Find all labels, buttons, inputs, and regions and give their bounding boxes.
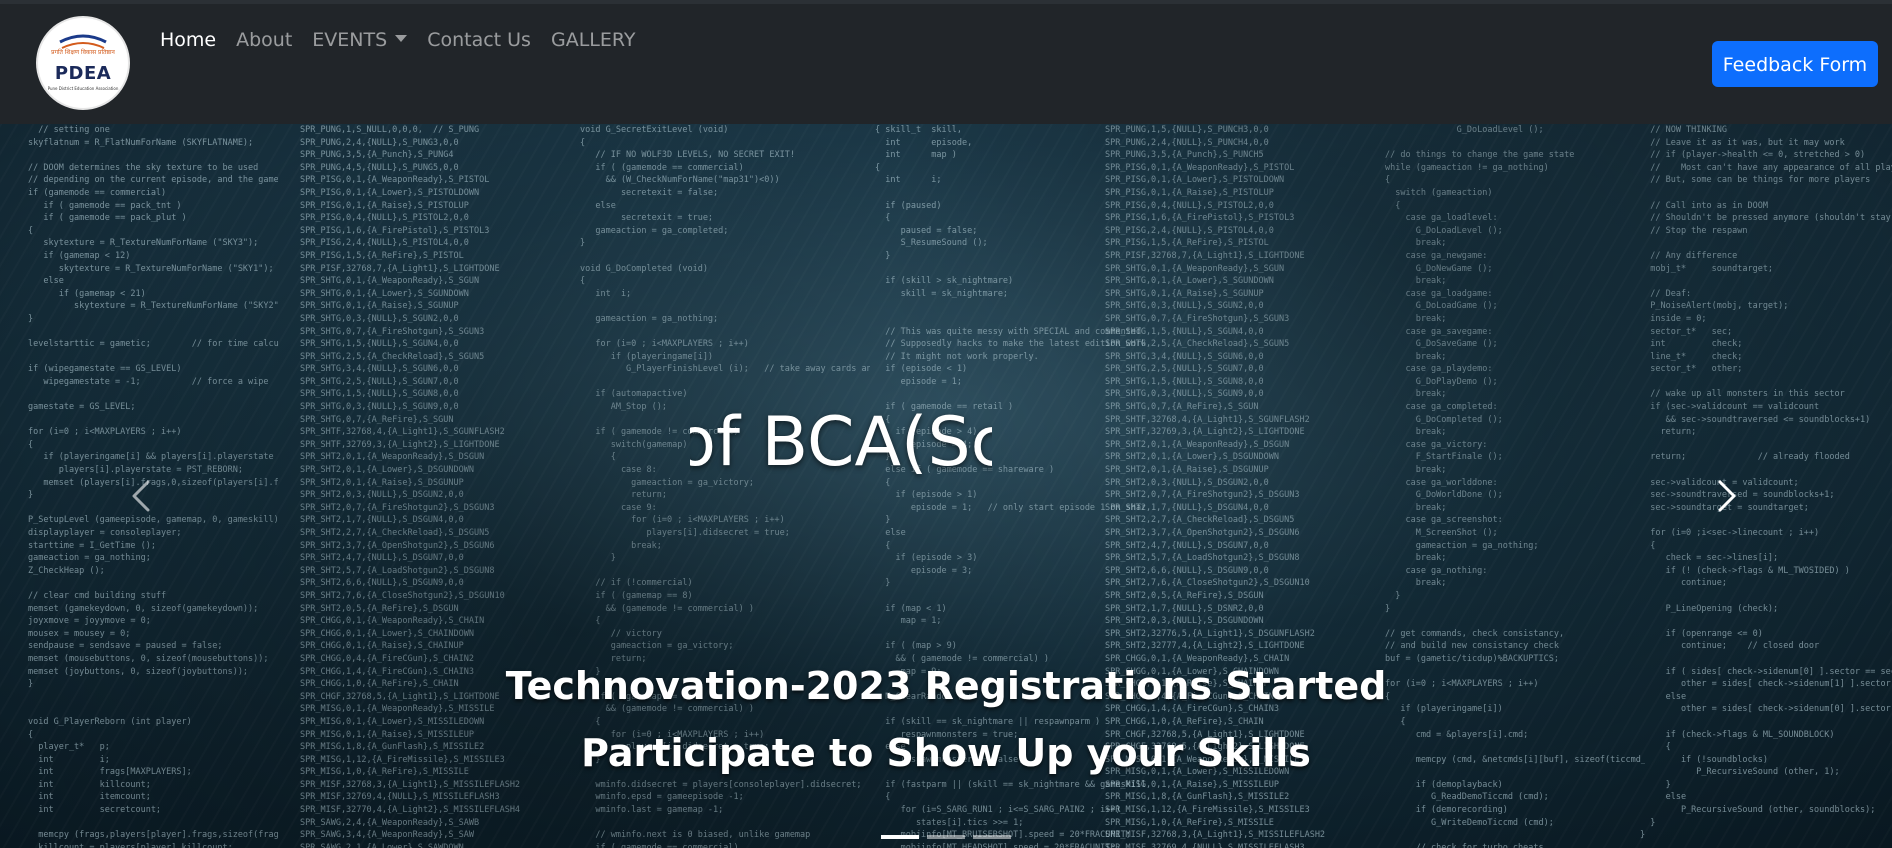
nav-events-label: EVENTS xyxy=(312,29,388,51)
carousel-indicators xyxy=(0,835,1892,839)
nav-links: Home About EVENTS Contact Us GALLERY xyxy=(150,26,645,54)
logo-text: PDEA xyxy=(54,63,112,84)
navbar-top-border xyxy=(0,0,1892,4)
carousel-indicator-2[interactable] xyxy=(927,835,965,839)
nav-contact[interactable]: Contact Us xyxy=(417,26,541,54)
carousel-next-button[interactable] xyxy=(1706,476,1746,516)
carousel-indicator-1[interactable] xyxy=(881,835,919,839)
carousel-prev-button[interactable] xyxy=(122,476,162,516)
nav-about[interactable]: About xyxy=(226,26,302,54)
feedback-form-button[interactable]: Feedback Form xyxy=(1712,41,1878,87)
hero-carousel: // setting one skyflatnum = R_FlatNumFor… xyxy=(0,124,1892,848)
chevron-left-icon xyxy=(132,480,150,512)
carousel-caption-heading: Technovation-2023 Registrations Started xyxy=(505,664,1387,708)
carousel-indicator-3[interactable] xyxy=(973,835,1011,839)
caret-down-icon xyxy=(395,35,408,42)
chevron-right-icon xyxy=(1718,480,1736,512)
logo-tagline: प्रगति शिक्षण विकास प्रतिष्ठान xyxy=(51,49,115,56)
brand-logo[interactable]: प्रगति शिक्षण विकास प्रतिष्ठान PDEA Pune… xyxy=(38,18,128,108)
navbar: प्रगति शिक्षण विकास प्रतिष्ठान PDEA Pune… xyxy=(0,0,1892,124)
logo-subtitle: Pune District Education Association xyxy=(47,86,119,91)
nav-home[interactable]: Home xyxy=(150,26,226,54)
carousel-caption-subheading: Participate to Show Up your Skills xyxy=(581,731,1311,775)
nav-events-dropdown[interactable]: EVENTS xyxy=(302,26,417,54)
nav-gallery[interactable]: GALLERY xyxy=(541,26,646,54)
